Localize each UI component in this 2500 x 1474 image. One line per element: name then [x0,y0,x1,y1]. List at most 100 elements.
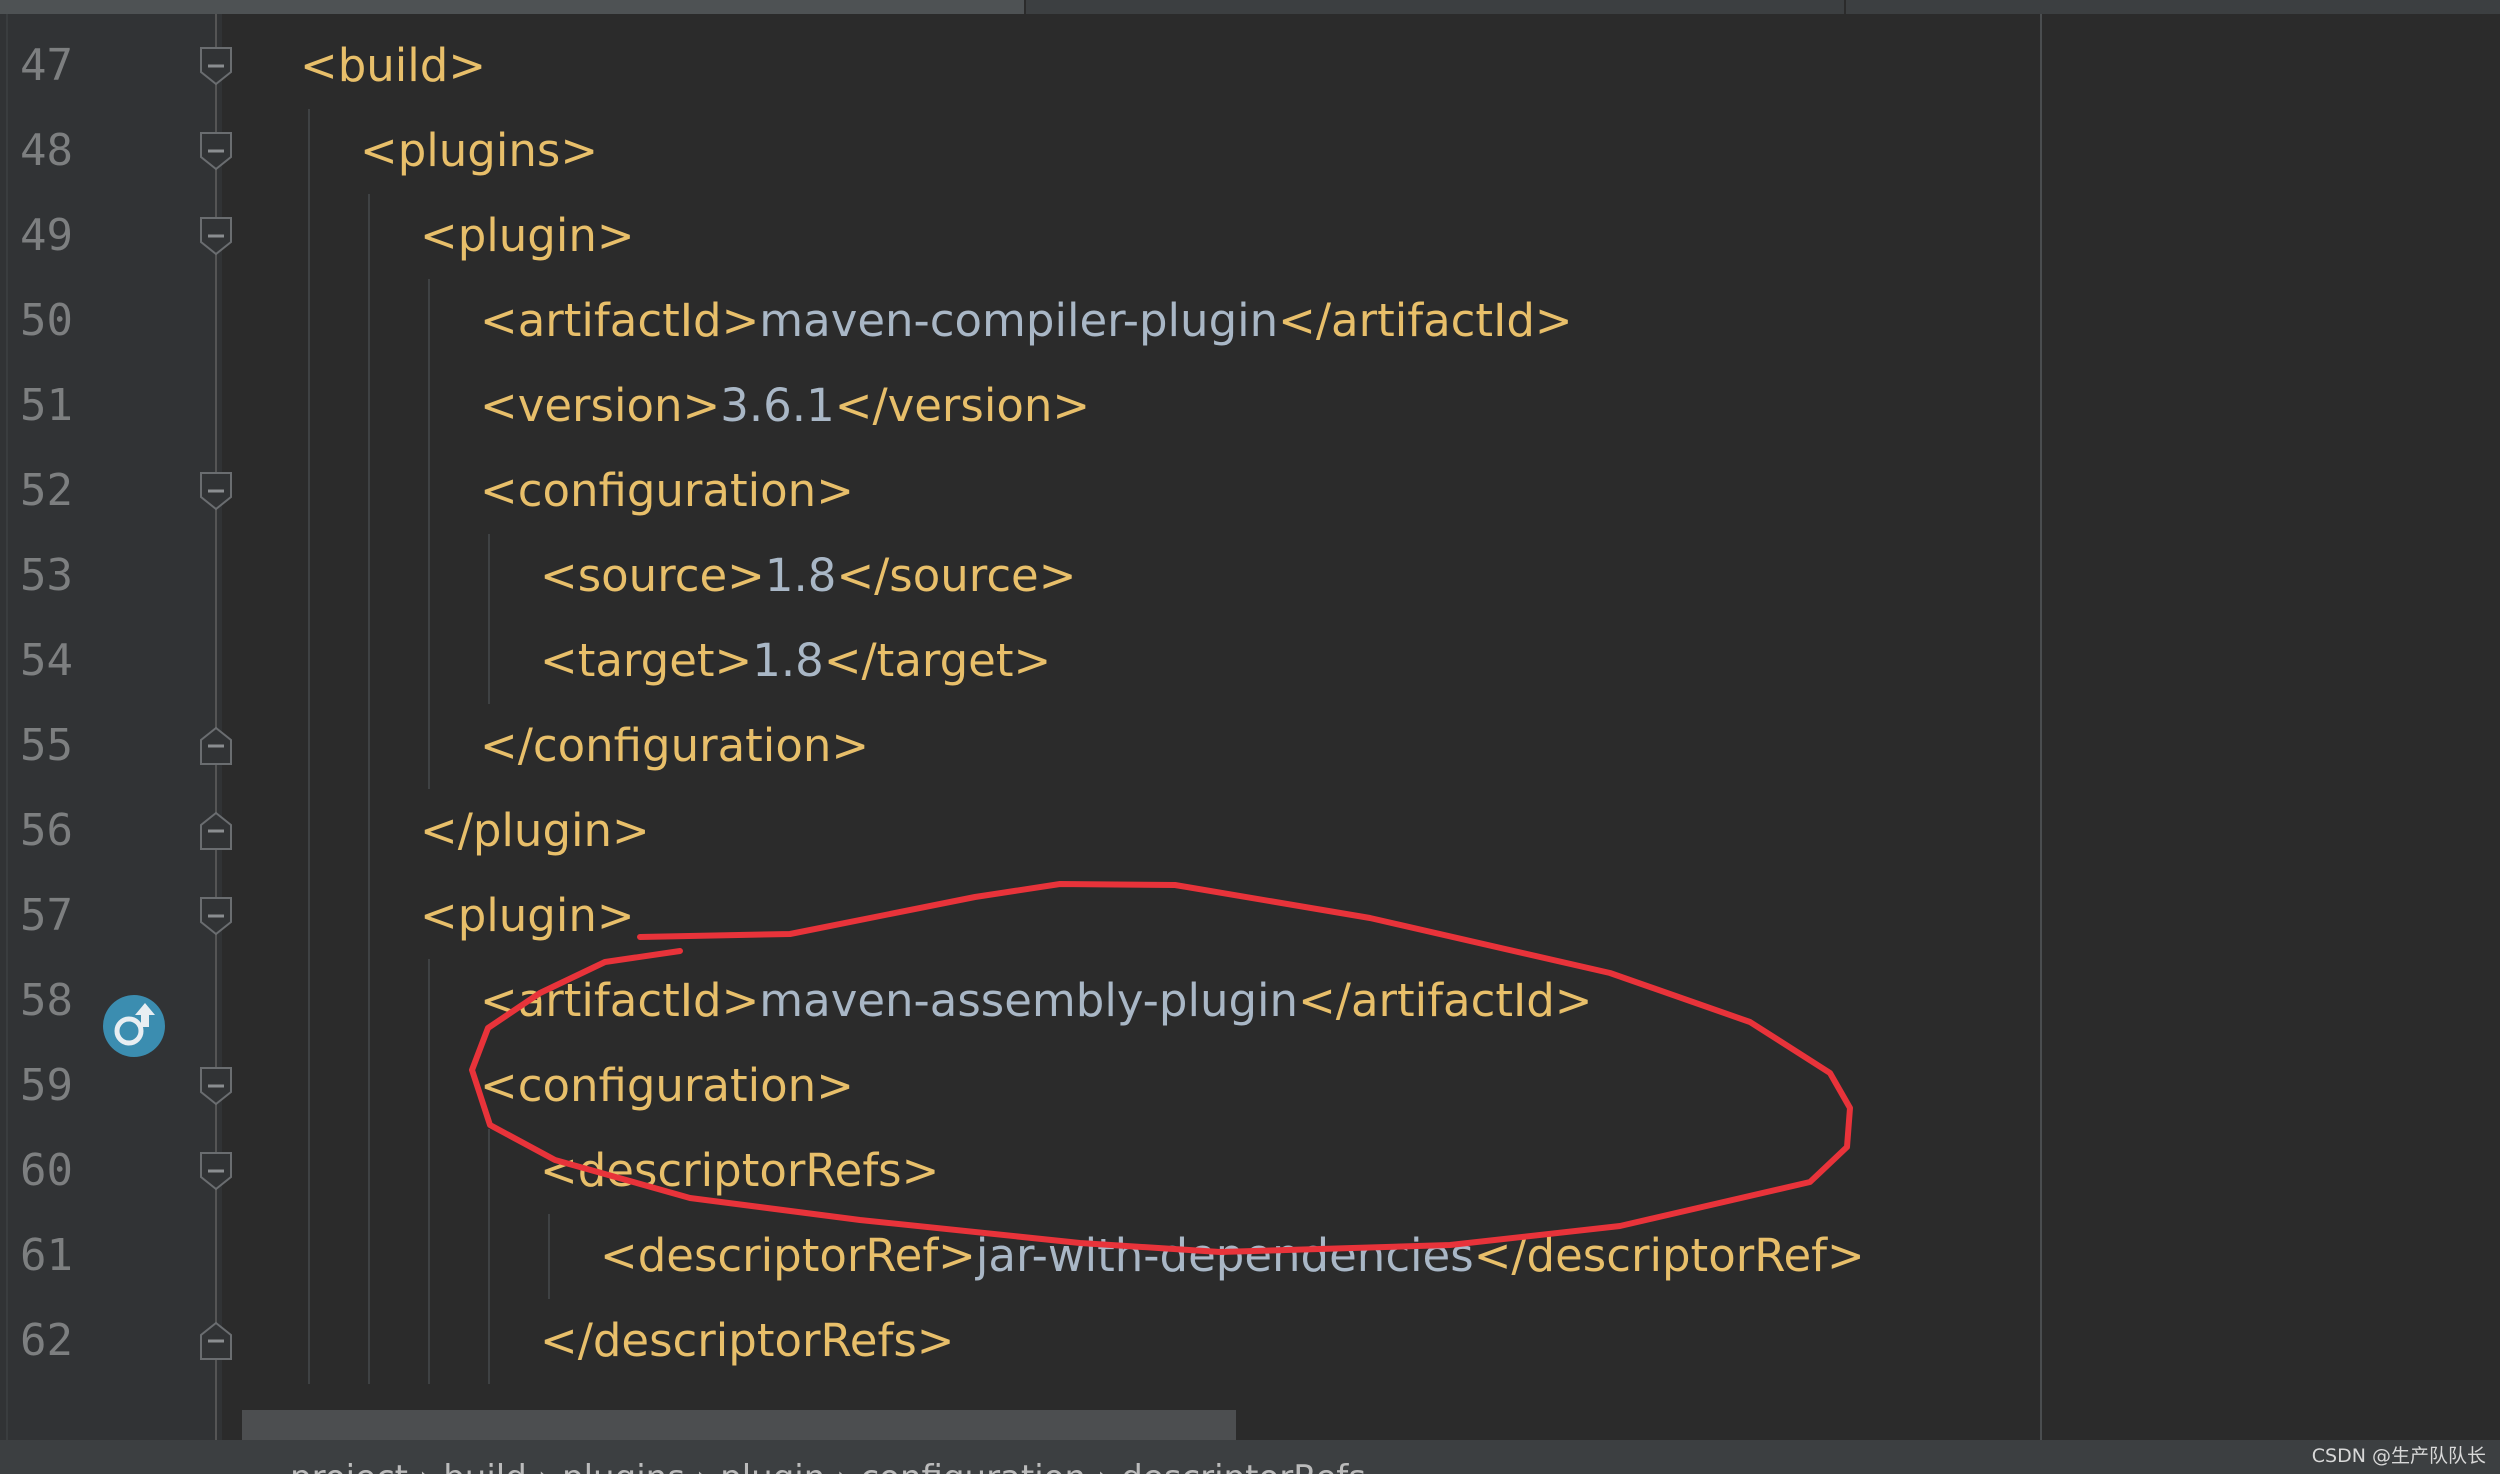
indent-guide [308,1043,310,1129]
editor-tab[interactable] [1026,0,1846,14]
fold-open-icon[interactable] [199,131,233,171]
fold-open-icon[interactable] [199,471,233,511]
fold-open-icon[interactable] [199,1066,233,1106]
indent-guide [368,533,370,619]
xml-tag: </descriptorRefs> [540,1314,955,1367]
gutter-border [6,14,8,1440]
code-line[interactable]: <target>1.8</target> [540,631,1051,691]
indent-guide [428,958,430,1044]
xml-tag: <source> [540,549,765,602]
indent-guide [428,448,430,534]
indent-guide [428,363,430,449]
code-line[interactable]: <configuration> [480,1056,854,1116]
code-line[interactable]: </descriptorRefs> [540,1311,954,1371]
code-line[interactable]: <version>3.6.1</version> [480,376,1090,436]
fold-open-icon[interactable] [199,1151,233,1191]
indent-guide [488,1213,490,1299]
line-number: 49 [20,210,73,261]
line-number: 55 [20,720,73,771]
breadcrumb-text[interactable]: project › build › plugins › plugin › con… [290,1458,1366,1474]
line-number: 54 [20,635,73,686]
indent-guide [368,873,370,959]
code-line[interactable]: <plugin> [420,206,635,266]
line-number: 57 [20,890,73,941]
indent-guide [308,703,310,789]
xml-tag: <descriptorRefs> [540,1144,940,1197]
indent-guide [368,703,370,789]
xml-value: maven-compiler-plugin [759,294,1279,347]
code-line[interactable]: <plugins> [360,121,598,181]
indent-guide [308,1298,310,1384]
indent-guide [428,618,430,704]
code-line[interactable]: <descriptorRef>jar-with-dependencies</de… [600,1226,1865,1286]
line-number: 48 [20,125,73,176]
code-line[interactable]: <build> [300,36,486,96]
indent-guide [308,618,310,704]
breadcrumb[interactable]: project › build › plugins › plugin › con… [0,1440,2500,1474]
line-number: 53 [20,550,73,601]
xml-value: 1.8 [764,549,837,602]
indent-guide [368,1128,370,1214]
fold-open-icon[interactable] [199,46,233,86]
line-number: 58 [20,975,73,1026]
indent-guide [368,1213,370,1299]
code-editor[interactable]: 47 <build> 48 <plugins> 49 <plugin> 50 <artifac… [0,0,2500,1440]
code-line[interactable]: <descriptorRefs> [540,1141,939,1201]
xml-tag: <version> [480,379,721,432]
xml-tag: </configuration> [480,719,870,772]
maven-override-icon[interactable] [101,993,167,1059]
right-margin-guide [2040,14,2042,1440]
xml-tag: <descriptorRef> [600,1229,976,1282]
code-line[interactable]: <artifactId>maven-assembly-plugin</artif… [480,971,1593,1031]
xml-tag: <plugins> [360,124,599,177]
xml-tag: <configuration> [480,464,854,517]
indent-guide [488,618,490,704]
indent-guide [308,108,310,194]
xml-tag: </version> [834,379,1091,432]
indent-guide [308,363,310,449]
fold-close-icon[interactable] [199,726,233,766]
indent-guide [428,278,430,364]
xml-value: maven-assembly-plugin [759,974,1299,1027]
indent-guide [368,1043,370,1129]
fold-open-icon[interactable] [199,216,233,256]
line-number: 62 [20,1315,73,1366]
editor-tab-bar [0,0,2500,14]
fold-close-icon[interactable] [199,811,233,851]
code-line[interactable]: <artifactId>maven-compiler-plugin</artif… [480,291,1573,351]
line-number: 59 [20,1060,73,1111]
xml-tag: <artifactId> [480,974,760,1027]
indent-guide [308,1128,310,1214]
fold-open-icon[interactable] [199,896,233,936]
line-number: 56 [20,805,73,856]
editor-tab[interactable] [0,0,1026,14]
indent-guide [368,278,370,364]
fold-close-icon[interactable] [199,1321,233,1361]
indent-guide [428,703,430,789]
indent-guide [488,533,490,619]
horizontal-scrollbar[interactable] [242,1410,1236,1440]
xml-tag: </artifactId> [1278,294,1573,347]
xml-tag: <plugin> [420,209,635,262]
code-line[interactable]: <source>1.8</source> [540,546,1076,606]
indent-guide [368,193,370,279]
indent-guide [308,448,310,534]
xml-value: 3.6.1 [720,379,835,432]
indent-guide [308,873,310,959]
indent-guide [368,448,370,534]
xml-tag: </plugin> [420,804,650,857]
editor-tab[interactable] [1846,0,2500,14]
code-line[interactable]: </plugin> [420,801,650,861]
indent-guide [308,533,310,619]
indent-guide [368,788,370,874]
indent-guide [428,1298,430,1384]
line-number: 52 [20,465,73,516]
code-line[interactable]: <plugin> [420,886,635,946]
code-line[interactable]: <configuration> [480,461,854,521]
indent-guide [368,958,370,1044]
xml-tag: <artifactId> [480,294,760,347]
indent-guide [428,533,430,619]
line-number: 51 [20,380,73,431]
indent-guide [368,363,370,449]
code-line[interactable]: </configuration> [480,716,869,776]
